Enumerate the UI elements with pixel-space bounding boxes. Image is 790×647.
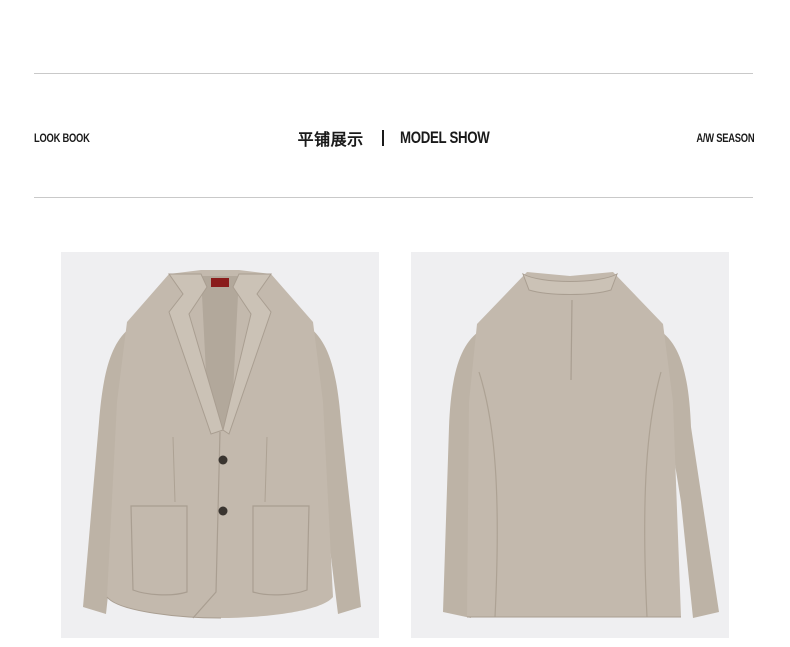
top-divider (34, 73, 753, 74)
title-separator (381, 130, 384, 146)
collar-label-icon (211, 278, 229, 287)
blazer-back-illustration (443, 272, 719, 618)
title-english: MODEL SHOW (399, 128, 490, 147)
button-icon (218, 506, 228, 516)
blazer-back-photo (411, 252, 729, 638)
blazer-front-illustration (83, 270, 361, 619)
season-label: A/W SEASON (696, 131, 754, 145)
section-title: 平铺展示 MODEL SHOW (0, 126, 790, 150)
button-icon (218, 455, 228, 465)
blazer-front-photo (61, 252, 379, 638)
title-chinese: 平铺展示 (297, 130, 364, 149)
bottom-divider (34, 197, 753, 198)
